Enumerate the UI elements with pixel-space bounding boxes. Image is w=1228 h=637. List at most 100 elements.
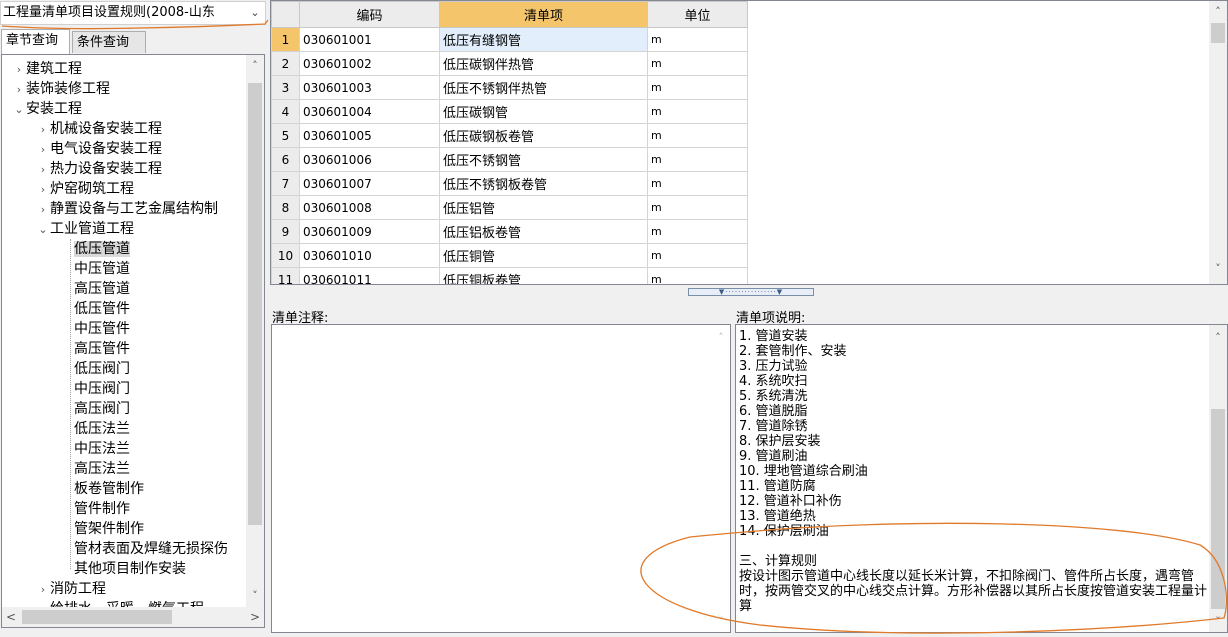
column-header-code[interactable]: 编码 [299, 1, 440, 28]
cell-code[interactable]: 030601004 [299, 99, 440, 124]
chevron-right-icon[interactable]: › [36, 120, 50, 140]
table-row[interactable]: 8 030601008 低压铝管 m [271, 195, 748, 220]
cell-item-name[interactable]: 低压铜板卷管 [439, 267, 648, 284]
cell-unit[interactable]: m [647, 123, 748, 148]
cell-unit[interactable]: m [647, 147, 748, 172]
tree-node[interactable]: ⌄ 工业管道工程 [36, 219, 134, 239]
table-row[interactable]: 4 030601004 低压碳钢管 m [271, 99, 748, 124]
chevron-down-icon[interactable]: ˅ [1209, 615, 1227, 628]
scroll-thumb[interactable] [1211, 23, 1225, 43]
tab-chapter-query[interactable]: 章节查询 [1, 29, 70, 54]
chevron-down-icon[interactable]: ˅ [1209, 262, 1227, 280]
grid-vertical-scrollbar[interactable]: ˄ ˅ [1209, 1, 1227, 284]
tree-node[interactable]: 板卷管制作 [60, 479, 144, 499]
description-textarea[interactable]: 1. 管道安装 2. 套管制作、安装 3. 压力试验 4. 系统吹扫 5. 系统清洗 6.… [735, 324, 1228, 633]
cell-code[interactable]: 030601005 [299, 123, 440, 148]
cell-item-name[interactable]: 低压铜管 [439, 243, 648, 268]
chevron-down-icon[interactable]: ⌄ [12, 100, 26, 120]
chevron-right-icon[interactable]: > [246, 607, 264, 627]
cell-item-name[interactable]: 低压碳钢伴热管 [439, 51, 648, 76]
notes-scrollbar[interactable]: ˄ ˅ [712, 325, 730, 632]
cell-item-name[interactable]: 低压碳钢管 [439, 99, 648, 124]
chevron-down-icon[interactable]: ⌄ [247, 2, 263, 24]
chevron-down-icon[interactable]: ˅ [246, 589, 264, 607]
cell-unit[interactable]: m [647, 171, 748, 196]
chevron-right-icon[interactable]: › [36, 580, 50, 600]
chevron-down-icon[interactable]: ⌄ [36, 220, 50, 240]
cell-unit[interactable]: m [647, 27, 748, 52]
table-row[interactable]: 7 030601007 低压不锈钢板卷管 m [271, 171, 748, 196]
rule-text: 按设计图示管道中心线长度以延长米计算，不扣除阀门、管件所占长度，遇弯管时，按两管… [739, 569, 1208, 614]
description-lines: 1. 管道安装 2. 套管制作、安装 3. 压力试验 4. 系统吹扫 5. 系统清洗 6.… [739, 329, 1209, 539]
cell-item-name[interactable]: 低压碳钢板卷管 [439, 123, 648, 148]
cell-item-name[interactable]: 低压不锈钢伴热管 [439, 75, 648, 100]
cell-code[interactable]: 030601007 [299, 171, 440, 196]
tree-node-label: 低压管道 [74, 241, 130, 257]
chevron-down-icon[interactable]: ˅ [712, 615, 730, 628]
scroll-thumb[interactable] [248, 83, 262, 525]
tree-node[interactable]: › 装饰装修工程 [12, 79, 110, 99]
tree-node[interactable]: 其他项目制作安装 [60, 559, 186, 579]
chevron-right-icon[interactable]: › [36, 180, 50, 200]
cell-item-name[interactable]: 低压铝管 [439, 195, 648, 220]
chevron-left-icon[interactable]: < [2, 607, 20, 627]
table-row[interactable]: 1 030601001 低压有缝钢管 m [271, 27, 748, 52]
chevron-right-icon[interactable]: › [12, 60, 26, 80]
cell-item-name[interactable]: 低压有缝钢管 [439, 27, 648, 52]
table-row[interactable]: 5 030601005 低压碳钢板卷管 m [271, 123, 748, 148]
cell-unit[interactable]: m [647, 243, 748, 268]
cell-code[interactable]: 030601008 [299, 195, 440, 220]
chevron-right-icon[interactable]: › [36, 160, 50, 180]
table-row[interactable]: 9 030601009 低压铝板卷管 m [271, 219, 748, 244]
table-row[interactable]: 2 030601002 低压碳钢伴热管 m [271, 51, 748, 76]
tree-node[interactable]: › 热力设备安装工程 [36, 159, 162, 179]
tree-vertical-scrollbar[interactable]: ˄ ˅ [246, 55, 264, 607]
tree-horizontal-scrollbar[interactable]: < > [2, 607, 264, 627]
cell-item-name[interactable]: 低压不锈钢板卷管 [439, 171, 648, 196]
cell-unit[interactable]: m [647, 99, 748, 124]
cell-code[interactable]: 030601002 [299, 51, 440, 76]
cell-code[interactable]: 030601011 [299, 267, 440, 284]
table-row[interactable]: 11 030601011 低压铜板卷管 m [271, 267, 748, 284]
tree-node[interactable]: 管架件制作 [60, 519, 144, 539]
tree-node[interactable]: › 机械设备安装工程 [36, 119, 162, 139]
chevron-up-icon[interactable]: ˄ [712, 331, 730, 344]
cell-item-name[interactable]: 低压不锈钢管 [439, 147, 648, 172]
description-scrollbar[interactable]: ˄ ˅ [1209, 325, 1227, 632]
scroll-thumb[interactable] [1211, 409, 1225, 609]
tree-node[interactable]: › 消防工程 [36, 579, 106, 599]
tree-node[interactable]: › 电气设备安装工程 [36, 139, 162, 159]
panel-splitter[interactable]: ▼················▼ [688, 288, 814, 296]
table-row[interactable]: 10 030601010 低压铜管 m [271, 243, 748, 268]
chevron-up-icon[interactable]: ˄ [246, 59, 264, 77]
cell-code[interactable]: 030601003 [299, 75, 440, 100]
chevron-up-icon[interactable]: ˄ [1209, 5, 1227, 23]
tree-node[interactable]: › 炉窑砌筑工程 [36, 179, 134, 199]
tree-node[interactable]: 管材表面及焊缝无损探伤 [60, 539, 228, 559]
chevron-up-icon[interactable]: ˄ [1209, 331, 1227, 344]
cell-code[interactable]: 030601001 [299, 27, 440, 52]
chevron-right-icon[interactable]: › [12, 80, 26, 100]
cell-unit[interactable]: m [647, 267, 748, 284]
cell-unit[interactable]: m [647, 219, 748, 244]
table-row[interactable]: 6 030601006 低压不锈钢管 m [271, 147, 748, 172]
cell-unit[interactable]: m [647, 51, 748, 76]
table-row[interactable]: 3 030601003 低压不锈钢伴热管 m [271, 75, 748, 100]
tab-condition-query[interactable]: 条件查询 [72, 31, 146, 53]
cell-code[interactable]: 030601009 [299, 219, 440, 244]
cell-unit[interactable]: m [647, 75, 748, 100]
chevron-right-icon[interactable]: › [36, 140, 50, 160]
column-header-item[interactable]: 清单项 [439, 1, 648, 28]
tree-node[interactable]: › 静置设备与工艺金属结构制 [36, 199, 218, 219]
column-header-unit[interactable]: 单位 [647, 1, 748, 28]
tree-node[interactable]: › 建筑工程 [12, 59, 82, 79]
notes-textarea[interactable]: ˄ ˅ [271, 324, 731, 633]
tree-node[interactable]: ⌄ 安装工程 [12, 99, 82, 119]
cell-code[interactable]: 030601010 [299, 243, 440, 268]
scroll-thumb[interactable] [22, 610, 172, 624]
chevron-right-icon[interactable]: › [36, 200, 50, 220]
rule-set-dropdown[interactable]: 工程量清单项目设置规则(2008-山东 ⌄ [0, 1, 266, 25]
cell-item-name[interactable]: 低压铝板卷管 [439, 219, 648, 244]
cell-unit[interactable]: m [647, 195, 748, 220]
cell-code[interactable]: 030601006 [299, 147, 440, 172]
